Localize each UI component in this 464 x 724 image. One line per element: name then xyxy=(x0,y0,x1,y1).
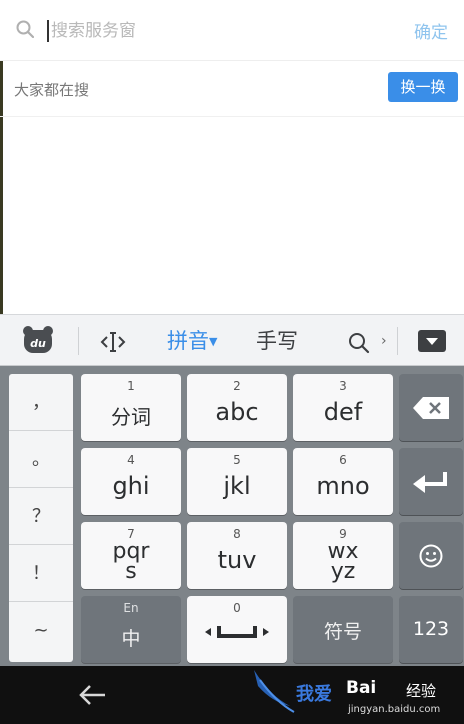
collapse-keyboard-icon[interactable] xyxy=(418,330,446,352)
language-switch-key[interactable]: En 中 xyxy=(81,596,181,663)
key-label: pqrs xyxy=(112,539,150,584)
space-key[interactable]: 0 xyxy=(187,596,287,663)
key-7[interactable]: 7 pqrs xyxy=(81,522,181,589)
screen: 确定 大家都在搜 换一换 du 拼音▼ 手写 › xyxy=(0,0,464,724)
key-label: def xyxy=(323,398,363,426)
key-number: 3 xyxy=(339,379,347,393)
keyboard: ， 。 ？ ！ ~ 1 分词 2 abc 3 def 4 ghi 5 jkl 6… xyxy=(0,366,464,666)
search-input[interactable] xyxy=(51,16,381,46)
numbers-label: 123 xyxy=(412,618,450,640)
cursor-move-icon[interactable] xyxy=(100,331,126,353)
back-arrow-icon[interactable] xyxy=(78,684,106,706)
numbers-key[interactable]: 123 xyxy=(399,596,463,663)
space-icon xyxy=(205,626,269,638)
symbols-label: 符号 xyxy=(323,621,362,643)
search-icon xyxy=(16,20,34,38)
key-label: tuv xyxy=(217,546,257,574)
key-number: 0 xyxy=(233,601,241,615)
chevron-down-icon: ▼ xyxy=(209,335,218,348)
more-arrow-icon[interactable]: › xyxy=(381,315,387,367)
enter-icon xyxy=(413,472,447,493)
toolbar-separator xyxy=(78,327,79,355)
key-label: wxyz xyxy=(327,539,359,584)
symbol-tilde[interactable]: ~ xyxy=(9,602,73,659)
key-6[interactable]: 6 mno xyxy=(293,448,393,515)
key-label: mno xyxy=(316,472,370,500)
du-logo-icon[interactable]: du xyxy=(22,325,54,355)
key-5[interactable]: 5 jkl xyxy=(187,448,287,515)
key-2[interactable]: 2 abc xyxy=(187,374,287,441)
pinyin-mode-button[interactable]: 拼音▼ xyxy=(167,315,217,367)
emoji-key[interactable] xyxy=(399,522,463,589)
svg-text:du: du xyxy=(30,337,46,350)
keyboard-toolbar: du 拼音▼ 手写 › xyxy=(0,314,464,366)
watermark-text-1: 我爱 xyxy=(296,684,332,705)
watermark-url: jingyan.baidu.com xyxy=(348,704,441,715)
symbol-period[interactable]: 。 xyxy=(9,431,73,488)
key-8[interactable]: 8 tuv xyxy=(187,522,287,589)
key-9[interactable]: 9 wxyz xyxy=(293,522,393,589)
watermark-text-3: 经验 xyxy=(406,682,437,700)
toolbar-separator xyxy=(397,327,398,355)
symbol-question[interactable]: ？ xyxy=(9,488,73,545)
watermark-text-2: Bai xyxy=(346,678,377,698)
backspace-icon xyxy=(413,397,449,419)
bottom-nav-bar: 我爱 Bai 经验 jingyan.baidu.com xyxy=(0,666,464,724)
handwriting-button[interactable]: 手写 xyxy=(256,315,298,367)
key-1[interactable]: 1 分词 xyxy=(81,374,181,441)
pinyin-label: 拼音 xyxy=(167,329,209,353)
key-number: 2 xyxy=(233,379,241,393)
key-number: 5 xyxy=(233,453,241,467)
key-label: 分词 xyxy=(111,405,151,429)
lang-secondary-label: En xyxy=(123,601,139,615)
lang-primary-label: 中 xyxy=(121,628,141,650)
key-label: abc xyxy=(215,398,259,426)
key-number: 8 xyxy=(233,527,241,541)
backspace-key[interactable] xyxy=(399,374,463,441)
symbol-comma[interactable]: ， xyxy=(9,374,73,431)
hot-search-title: 大家都在搜 xyxy=(14,81,90,99)
key-number: 6 xyxy=(339,453,347,467)
symbols-key[interactable]: 符号 xyxy=(293,596,393,663)
symbol-exclaim[interactable]: ！ xyxy=(9,545,73,602)
key-label: ghi xyxy=(112,472,150,500)
hot-search-header: 大家都在搜 换一换 xyxy=(0,60,464,117)
refresh-button[interactable]: 换一换 xyxy=(388,72,458,102)
key-3[interactable]: 3 def xyxy=(293,374,393,441)
key-number: 4 xyxy=(127,453,135,467)
search-bar: 确定 xyxy=(0,0,464,61)
keyboard-search-icon[interactable] xyxy=(348,332,370,354)
symbol-column[interactable]: ， 。 ？ ！ ~ xyxy=(9,374,73,662)
text-cursor xyxy=(47,20,49,42)
enter-key[interactable] xyxy=(399,448,463,515)
confirm-button[interactable]: 确定 xyxy=(414,18,448,43)
key-label: jkl xyxy=(223,472,251,500)
key-4[interactable]: 4 ghi xyxy=(81,448,181,515)
emoji-icon xyxy=(419,544,443,568)
key-number: 1 xyxy=(127,379,135,393)
